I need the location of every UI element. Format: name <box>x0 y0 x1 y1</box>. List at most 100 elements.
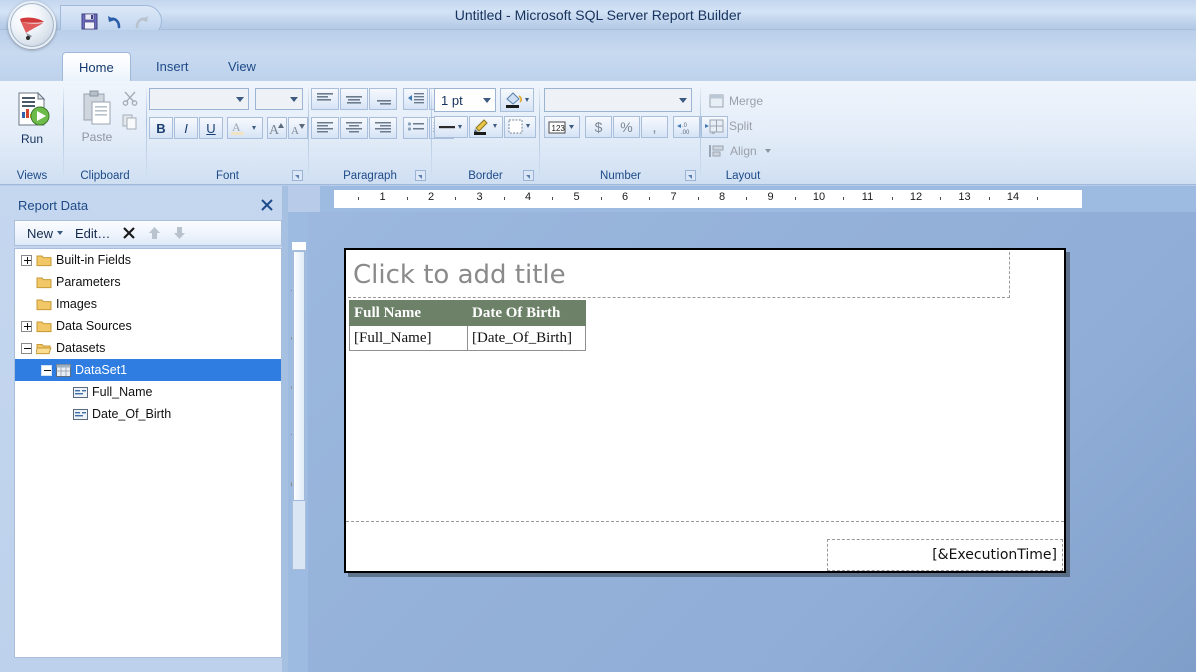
align-top-center-icon <box>346 96 362 104</box>
chevron-down-icon <box>479 89 495 111</box>
number-format-combobox[interactable] <box>544 88 692 112</box>
execution-time-textbox[interactable]: [&ExecutionTime] <box>827 539 1063 571</box>
close-icon[interactable] <box>260 198 274 212</box>
run-button[interactable]: Run <box>3 86 61 158</box>
expander-minus-icon[interactable] <box>21 342 32 354</box>
paste-button-label: Paste <box>81 130 113 144</box>
chevron-down-icon[interactable] <box>57 231 64 235</box>
save-icon[interactable] <box>79 11 99 31</box>
copy-icon[interactable] <box>120 112 140 132</box>
paragraph-dialog-launcher[interactable] <box>415 170 426 181</box>
report-data-tree[interactable]: Built-in Fields Parameters Images Data S… <box>14 248 282 658</box>
data-cell-date-of-birth[interactable]: [Date_Of_Birth] <box>467 325 586 351</box>
tab-home[interactable]: Home <box>62 52 131 82</box>
border-width-combobox[interactable]: 1 pt <box>434 88 496 112</box>
delete-icon[interactable] <box>118 222 140 244</box>
cut-scissors-icon[interactable] <box>120 88 140 108</box>
move-down-icon[interactable] <box>169 222 190 244</box>
decrease-indent-button[interactable] <box>403 88 428 110</box>
placeholder-style-button[interactable]: 123 <box>544 116 580 138</box>
tab-view[interactable]: View <box>212 52 272 82</box>
comma-button[interactable]: , <box>641 116 668 138</box>
field-icon <box>73 408 88 420</box>
shrink-font-button[interactable]: A <box>288 117 308 139</box>
align-right-button[interactable] <box>369 117 397 139</box>
tree-item-data-sources[interactable]: Data Sources <box>15 315 281 337</box>
bold-button[interactable]: B <box>149 117 173 139</box>
scrollbar-thumb[interactable] <box>293 251 305 501</box>
design-canvas[interactable]: Click to add title Full Name Date Of Bir… <box>308 212 1196 672</box>
align-top-center-button[interactable] <box>340 88 368 110</box>
expander-plus-icon[interactable] <box>21 320 32 332</box>
tree-item-date-of-birth[interactable]: Date_Of_Birth <box>15 403 281 425</box>
tree-item-label: DataSet1 <box>75 363 128 377</box>
ribbon-group-border-label: Border <box>468 170 503 182</box>
border-dialog-launcher[interactable] <box>523 170 534 181</box>
move-up-icon[interactable] <box>144 222 165 244</box>
undo-icon[interactable] <box>105 11 125 31</box>
percent-button[interactable]: % <box>613 116 640 138</box>
align-bottom-right-button[interactable] <box>369 88 397 110</box>
align-objects-button[interactable]: Align <box>709 140 771 162</box>
font-color-button[interactable]: A <box>227 117 263 139</box>
tree-item-label: Built-in Fields <box>56 253 132 267</box>
split-cells-button[interactable]: Split <box>709 115 752 137</box>
tree-item-parameters[interactable]: Parameters <box>15 271 281 293</box>
font-dialog-launcher[interactable] <box>292 170 303 181</box>
currency-button[interactable]: $ <box>585 116 612 138</box>
report-page[interactable]: Click to add title Full Name Date Of Bir… <box>344 248 1066 573</box>
align-left-button[interactable] <box>311 117 339 139</box>
chevron-down-icon[interactable] <box>764 149 771 153</box>
tree-item-full-name[interactable]: Full_Name <box>15 381 281 403</box>
edit-button[interactable]: Edit… <box>71 222 114 244</box>
expander-minus-icon[interactable] <box>41 364 52 376</box>
merge-cells-button[interactable]: Merge <box>709 90 763 112</box>
number-dialog-launcher[interactable] <box>685 170 696 181</box>
expander-plus-icon[interactable] <box>21 254 32 266</box>
font-name-combobox[interactable] <box>149 88 249 110</box>
redo-icon[interactable] <box>131 11 151 31</box>
report-data-panel-title: Report Data <box>18 198 89 213</box>
border-color-button[interactable] <box>469 116 503 138</box>
italic-label: I <box>184 120 188 136</box>
ribbon-group-layout-label: Layout <box>725 170 761 182</box>
svg-text:.00: .00 <box>681 130 690 136</box>
report-title-textbox[interactable]: Click to add title <box>348 252 1010 298</box>
tab-insert[interactable]: Insert <box>140 52 205 82</box>
italic-button[interactable]: I <box>174 117 198 139</box>
align-top-left-button[interactable] <box>311 88 339 110</box>
report-builder-orb-icon[interactable] <box>8 1 56 49</box>
align-center-button[interactable] <box>340 117 368 139</box>
header-cell-date-of-birth[interactable]: Date Of Birth <box>467 300 586 326</box>
design-vertical-scrollbar[interactable] <box>292 250 306 570</box>
split-cells-icon <box>709 119 724 133</box>
new-button[interactable]: New <box>23 222 67 244</box>
fill-color-button[interactable] <box>500 88 534 112</box>
font-size-combobox[interactable] <box>255 88 303 110</box>
ruler-tick-label: 9 <box>767 191 774 203</box>
tree-item-built-in-fields[interactable]: Built-in Fields <box>15 249 281 271</box>
tree-item-datasets[interactable]: Datasets <box>15 337 281 359</box>
ribbon-group-number: 123 $ % , .0 .00 . <box>542 82 728 184</box>
tablix-table[interactable]: Full Name Date Of Birth [Full_Name] [Dat… <box>349 300 586 351</box>
ruler-minor-tick <box>843 197 845 200</box>
page-footer-separator <box>346 521 1064 522</box>
tree-item-images[interactable]: Images <box>15 293 281 315</box>
underline-button[interactable]: U <box>199 117 223 139</box>
group-separator <box>431 87 432 175</box>
paste-button[interactable]: Paste <box>68 86 126 158</box>
align-left-icon <box>317 122 333 133</box>
bullet-list-button[interactable] <box>403 117 428 139</box>
grow-font-button[interactable]: A <box>267 117 287 139</box>
decrease-decimal-button[interactable]: .0 .00 <box>673 116 700 138</box>
tree-item-label: Data Sources <box>56 319 132 333</box>
tree-item-dataset1[interactable]: DataSet1 <box>15 359 281 381</box>
align-center-icon <box>346 122 362 133</box>
borders-button[interactable] <box>504 116 536 138</box>
line-style-button[interactable] <box>434 116 468 138</box>
paste-icon <box>83 90 111 125</box>
data-cell-full-name[interactable]: [Full_Name] <box>349 325 468 351</box>
header-cell-full-name[interactable]: Full Name <box>349 300 468 326</box>
dataset-icon <box>56 363 71 377</box>
merge-cells-icon <box>709 94 724 108</box>
